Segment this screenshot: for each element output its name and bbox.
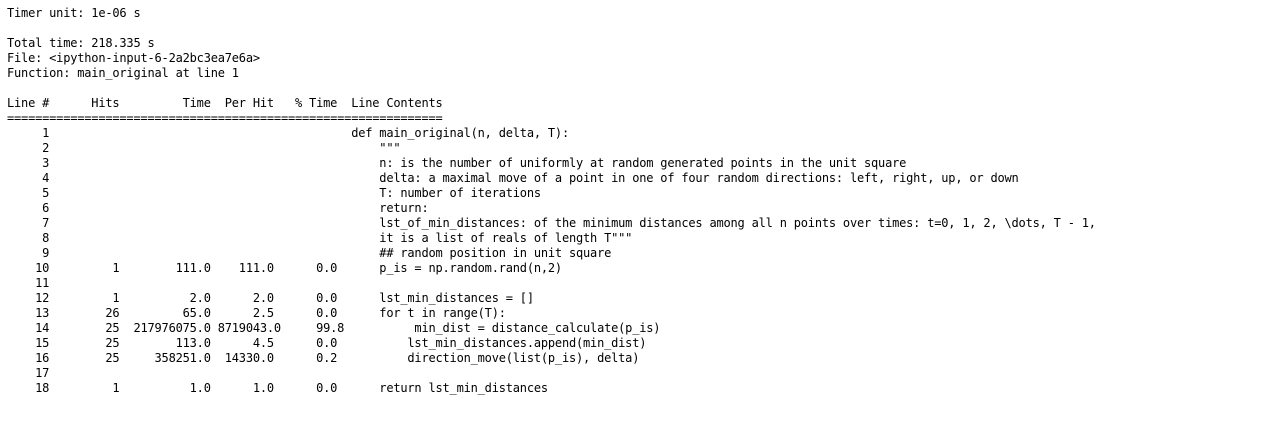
file-line: File: <ipython-input-6-2a2bc3ea7e6a> [7, 51, 260, 65]
table-row: 18 1 1.0 1.0 0.0 return lst_min_distance… [7, 381, 548, 395]
profiler-output: Timer unit: 1e-06 s Total time: 218.335 s… [7, 6, 1096, 396]
table-row: 16 25 358251.0 14330.0 0.2 direction_mov… [7, 351, 640, 365]
table-row: 4 delta: a maximal move of a point in on… [7, 171, 1019, 185]
table-row: 8 it is a list of reals of length T""" [7, 231, 633, 245]
table-row: 11 [7, 276, 50, 290]
total-time-line: Total time: 218.335 s [7, 36, 155, 50]
function-line: Function: main_original at line 1 [7, 66, 239, 80]
table-row: 1 def main_original(n, delta, T): [7, 126, 569, 140]
table-row: 10 1 111.0 111.0 0.0 p_is = np.random.ra… [7, 261, 562, 275]
table-row: 12 1 2.0 2.0 0.0 lst_min_distances = [] [7, 291, 534, 305]
timer-unit-line: Timer unit: 1e-06 s [7, 6, 141, 20]
table-row: 17 [7, 366, 50, 380]
table-header-row: Line # Hits Time Per Hit % Time Line Con… [7, 96, 443, 110]
table-separator: ========================================… [7, 111, 443, 125]
table-row: 6 return: [7, 201, 429, 215]
table-row: 9 ## random position in unit square [7, 246, 612, 260]
table-row: 5 T: number of iterations [7, 186, 541, 200]
table-row: 15 25 113.0 4.5 0.0 lst_min_distances.ap… [7, 336, 647, 350]
table-row: 13 26 65.0 2.5 0.0 for t in range(T): [7, 306, 506, 320]
table-row: 3 n: is the number of uniformly at rando… [7, 156, 907, 170]
table-row: 2 """ [7, 141, 401, 155]
table-row: 7 lst_of_min_distances: of the minimum d… [7, 216, 1096, 230]
table-row: 14 25 217976075.0 8719043.0 99.8 min_dis… [7, 321, 661, 335]
